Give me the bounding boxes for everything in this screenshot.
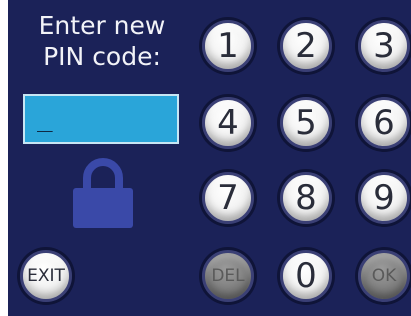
key-5[interactable]: 5 — [280, 97, 332, 149]
key-1[interactable]: 1 — [202, 20, 254, 72]
key-6[interactable]: 6 — [358, 97, 410, 149]
delete-button[interactable]: DEL — [202, 250, 254, 302]
key-4[interactable]: 4 — [202, 97, 254, 149]
pin-prompt-line-1: Enter new — [38, 11, 166, 40]
pin-entry-screen: Enter new PIN code: _ 1 2 3 4 5 6 7 8 9 … — [8, 0, 411, 316]
key-3[interactable]: 3 — [358, 20, 410, 72]
pin-display-field[interactable]: _ — [23, 94, 179, 144]
key-0[interactable]: 0 — [280, 250, 332, 302]
key-8[interactable]: 8 — [280, 172, 332, 224]
key-2[interactable]: 2 — [280, 20, 332, 72]
exit-button[interactable]: EXIT — [20, 250, 72, 302]
ok-button[interactable]: OK — [358, 250, 410, 302]
key-9[interactable]: 9 — [358, 172, 410, 224]
lock-icon — [73, 158, 133, 228]
key-7[interactable]: 7 — [202, 172, 254, 224]
pin-prompt: Enter new PIN code: — [22, 10, 182, 72]
pin-prompt-line-2: PIN code: — [43, 42, 161, 71]
